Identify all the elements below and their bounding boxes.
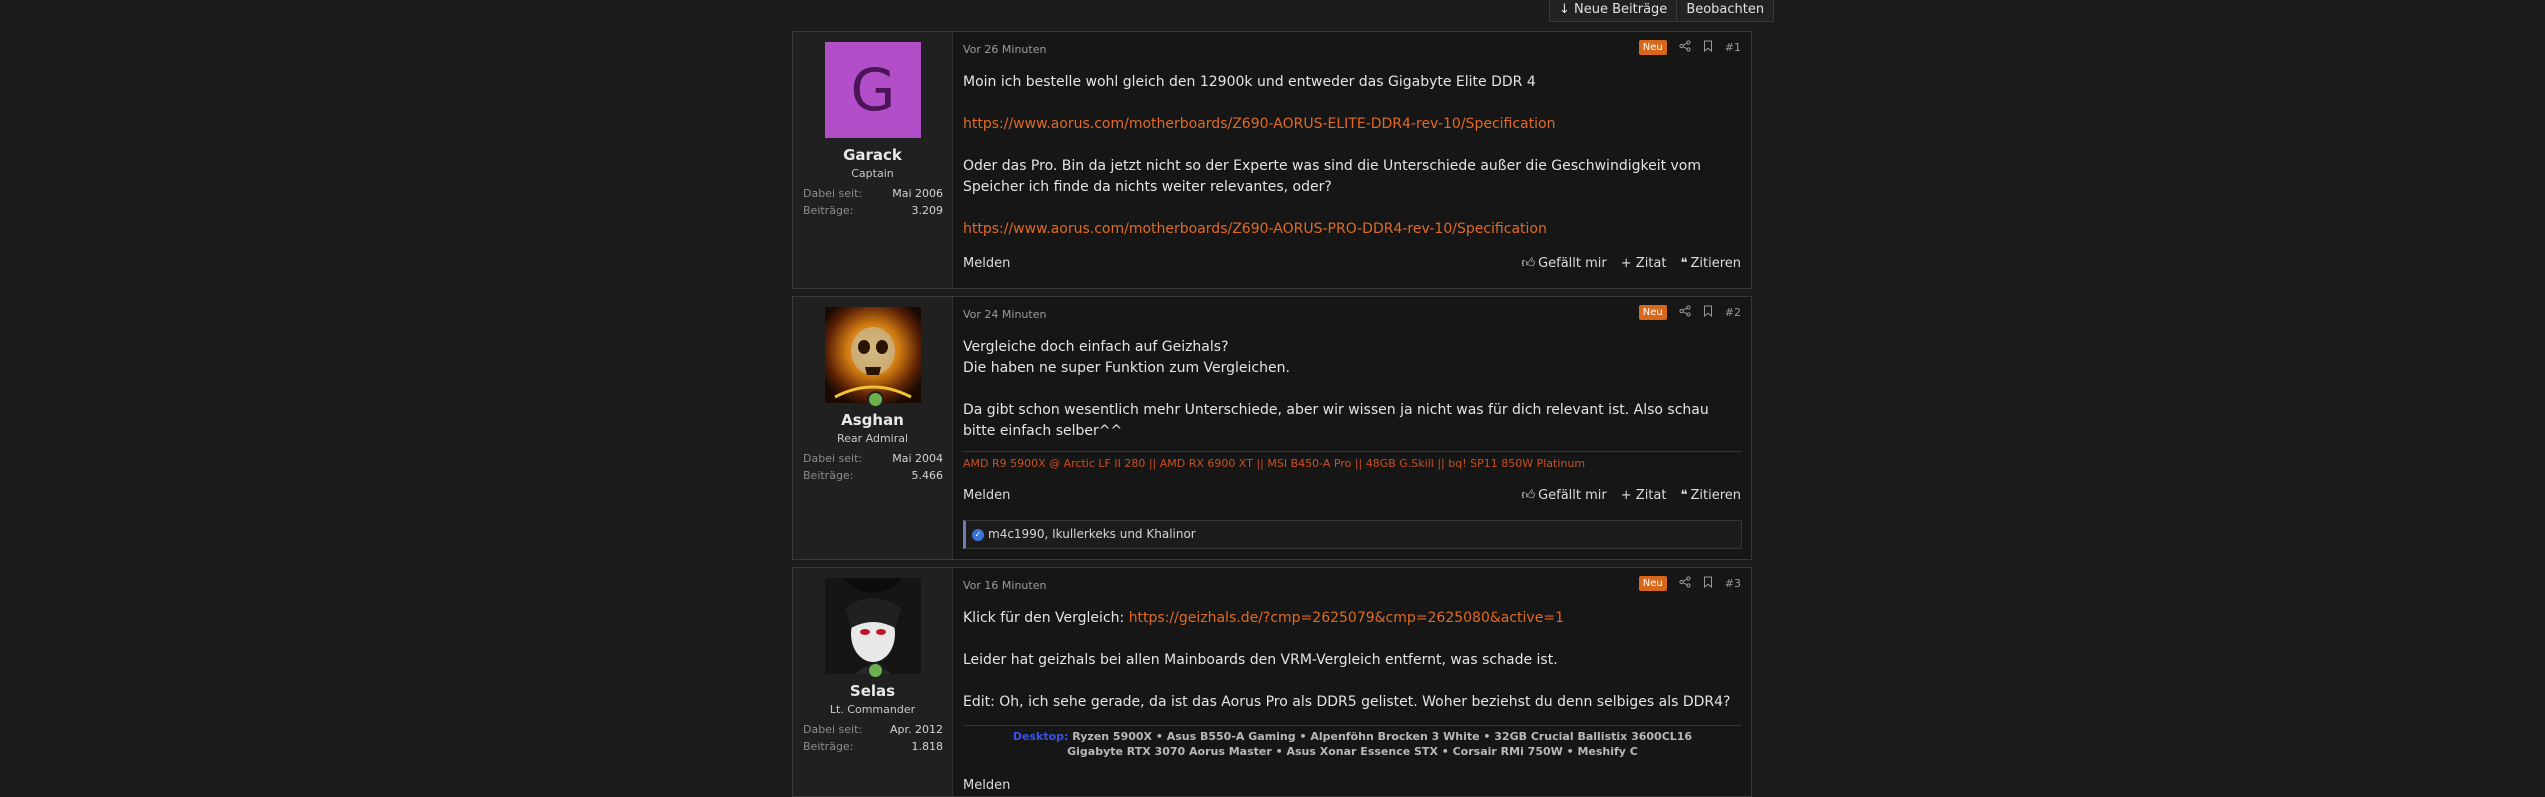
post-count: Beiträge: 3.209 [803,204,943,217]
signature-line: Gigabyte RTX 3070 Aorus Master • Asus Xo… [1067,745,1638,758]
member-since: Dabei seit: Apr. 2012 [803,723,943,736]
quote-icon: ❝ [1680,256,1688,271]
post-1: G Garack Captain Dabei seit: Mai 2006 Be… [792,31,1752,289]
post-time[interactable]: Vor 16 Minuten [963,579,1046,592]
post-count: Beiträge: 5.466 [803,469,943,482]
message-line: Edit: Oh, ich sehe gerade, da ist das Ao… [963,694,1731,710]
thread-actions: ↓ Neue Beiträge Beobachten [1549,0,1775,22]
message-line: Da gibt schon wesentlich mehr Unterschie… [963,402,1709,439]
username[interactable]: Garack [793,146,952,164]
message-link[interactable]: https://geizhals.de/?cmp=2625079&cmp=262… [1129,610,1564,626]
quote-plus-button[interactable]: + Zitat [1621,488,1667,503]
report-button[interactable]: Melden [963,256,1010,271]
thumbs-up-icon: 👍︎ [1521,256,1536,271]
quote-icon: ❝ [1680,488,1688,503]
username[interactable]: Asghan [793,411,952,429]
avatar[interactable]: G [825,42,921,138]
thumbs-up-icon: 👍︎ [1521,488,1536,503]
post-count: Beiträge: 1.818 [803,740,943,753]
member-since: Dabei seit: Mai 2006 [803,187,943,200]
report-button[interactable]: Melden [963,778,1010,793]
bookmark-icon[interactable] [1703,40,1713,55]
post-number[interactable]: #2 [1725,306,1741,319]
message-line: Oder das Pro. Bin da jetzt nicht so der … [963,158,1702,195]
share-icon[interactable] [1679,305,1691,320]
user-title: Rear Admiral [836,432,909,445]
post-meta: Neu #3 [1638,576,1741,591]
watch-button[interactable]: Beobachten [1677,0,1775,22]
new-badge: Neu [1638,305,1667,320]
post-3: Selas Lt. Commander Dabei seit: Apr. 201… [792,567,1752,797]
post-2: Asghan Rear Admiral Dabei seit: Mai 2004… [792,296,1752,560]
quote-button[interactable]: ❝ Zitieren [1680,488,1741,503]
user-title: Captain [851,167,894,180]
new-badge: Neu [1638,40,1667,55]
quote-plus-button[interactable]: + Zitat [1621,256,1667,271]
online-indicator [867,662,884,679]
post-number[interactable]: #3 [1725,577,1741,590]
user-info: G Garack Captain Dabei seit: Mai 2006 Be… [793,32,953,288]
post-meta: Neu #1 [1638,40,1741,55]
message-line: Klick für den Vergleich: https://geizhal… [963,610,1564,626]
user-info: Selas Lt. Commander Dabei seit: Apr. 201… [793,568,953,796]
online-indicator [867,391,884,408]
like-button[interactable]: 👍︎ Gefällt mir [1521,256,1606,271]
message-link[interactable]: https://www.aorus.com/motherboards/Z690-… [963,219,1743,240]
message-line: Moin ich bestelle wohl gleich den 12900k… [963,74,1536,90]
new-posts-button[interactable]: ↓ Neue Beiträge [1549,0,1678,22]
like-button[interactable]: 👍︎ Gefällt mir [1521,488,1606,503]
user-info: Asghan Rear Admiral Dabei seit: Mai 2004… [793,297,953,559]
message-line: Vergleiche doch einfach auf Geizhals? [963,339,1229,355]
post-time[interactable]: Vor 26 Minuten [963,43,1046,56]
member-since: Dabei seit: Mai 2004 [803,452,943,465]
post-actions: 👍︎ Gefällt mir + Zitat ❝ Zitieren [1521,488,1741,503]
user-title: Lt. Commander [829,703,916,716]
new-badge: Neu [1638,576,1667,591]
bookmark-icon[interactable] [1703,576,1713,591]
reactions-bar[interactable]: ✓ m4c1990, Ikullerkeks und Khalinor [963,520,1742,549]
signature-divider [963,725,1742,726]
share-icon[interactable] [1679,576,1691,591]
message-line: Leider hat geizhals bei allen Mainboards… [963,652,1558,668]
share-icon[interactable] [1679,40,1691,55]
avatar[interactable] [825,578,921,674]
post-number[interactable]: #1 [1725,41,1741,54]
message-line: Die haben ne super Funktion zum Vergleic… [963,360,1290,376]
bookmark-icon[interactable] [1703,305,1713,320]
post-actions: 👍︎ Gefällt mir + Zitat ❝ Zitieren [1521,256,1741,271]
signature-line: Desktop: Ryzen 5900X • Asus B550-A Gamin… [1012,730,1693,743]
signature-divider [963,451,1742,452]
post-meta: Neu #2 [1638,305,1741,320]
username[interactable]: Selas [793,682,952,700]
post-time[interactable]: Vor 24 Minuten [963,308,1046,321]
avatar[interactable] [825,307,921,403]
report-button[interactable]: Melden [963,488,1010,503]
signature: Desktop: Ryzen 5900X • Asus B550-A Gamin… [963,729,1742,759]
quote-button[interactable]: ❝ Zitieren [1680,256,1741,271]
message-link[interactable]: https://www.aorus.com/motherboards/Z690-… [963,114,1743,135]
signature[interactable]: AMD R9 5900X @ Arctic LF II 280 || AMD R… [963,457,1585,470]
like-reaction-icon: ✓ [972,528,984,541]
